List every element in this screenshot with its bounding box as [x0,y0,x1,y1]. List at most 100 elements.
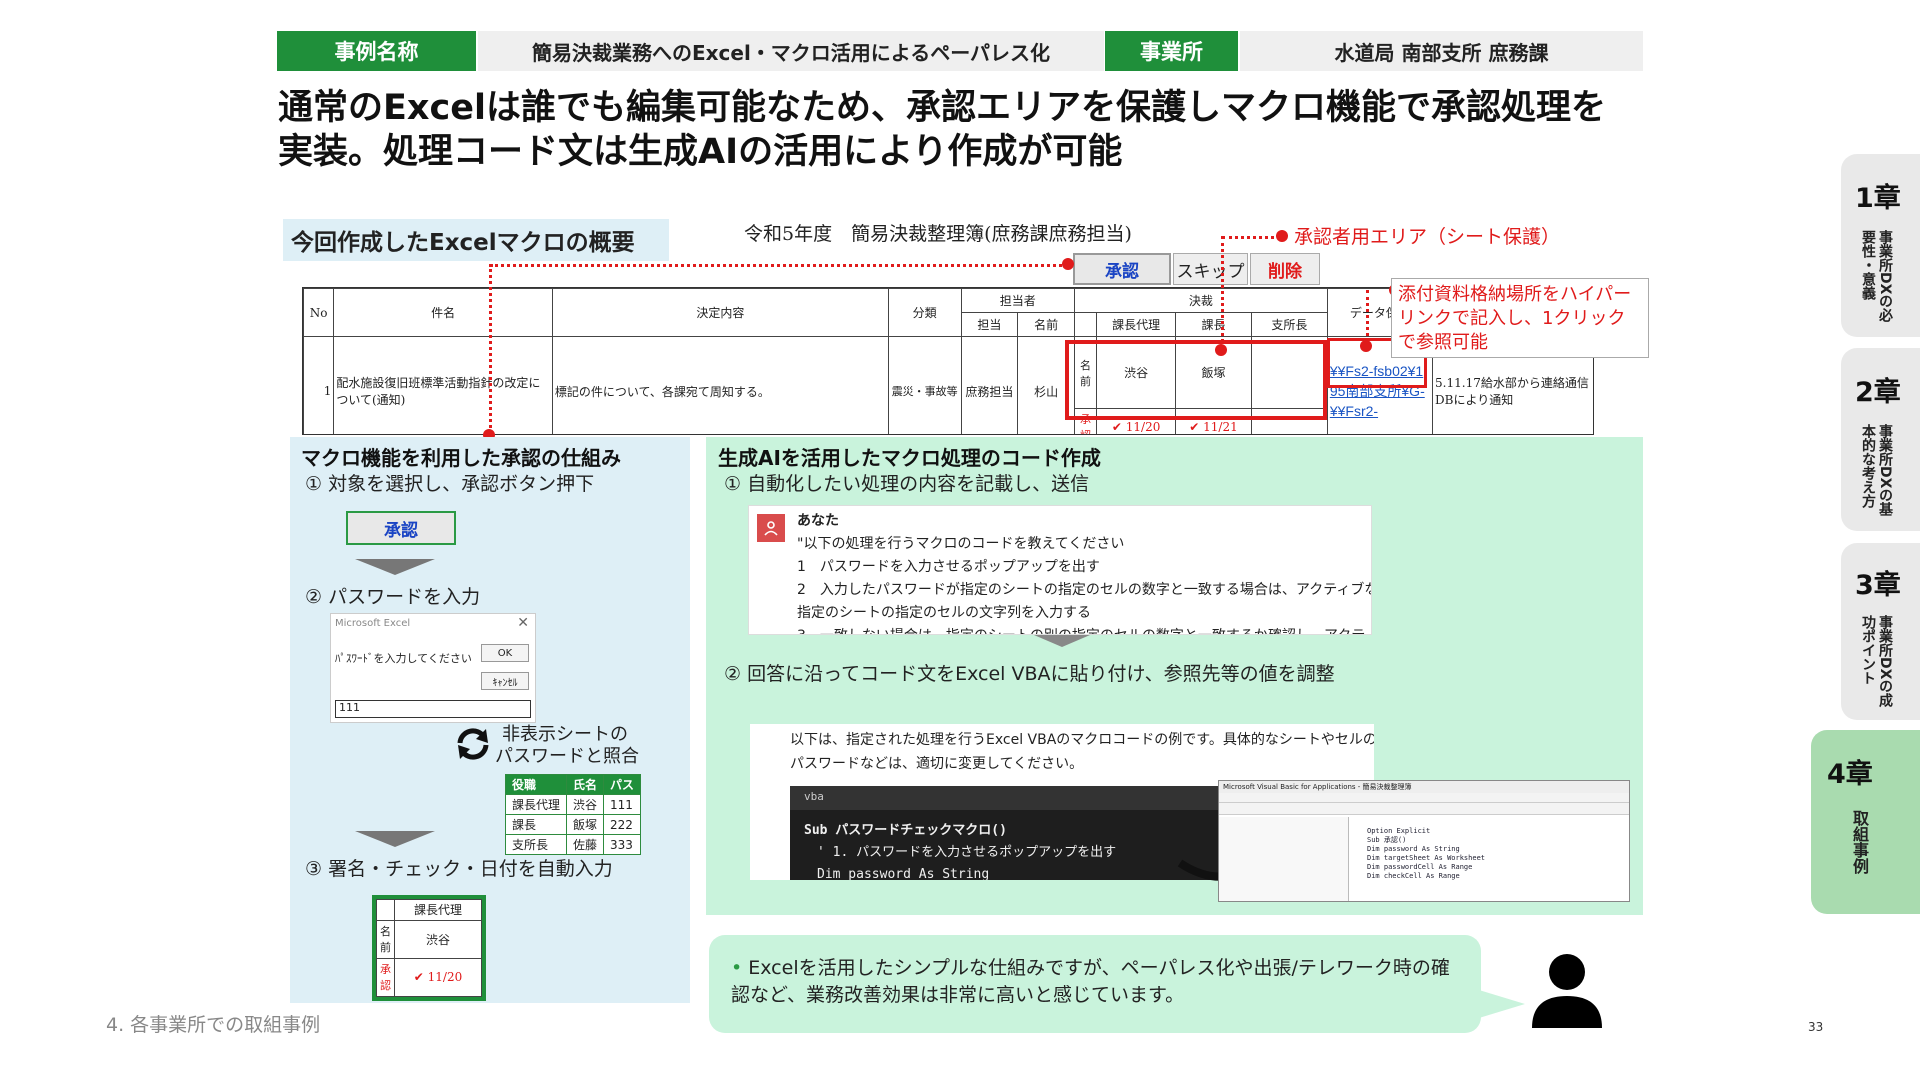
table-cell: 課長 [504,814,568,835]
table-cell: 飯塚 [566,814,605,835]
table-cell: 佐藤 [566,834,605,855]
vba-editor-screenshot: Microsoft Visual Basic for Applications … [1218,780,1630,902]
chapter-number: 1章 [1855,183,1901,214]
comment-text: Excelを活用したシンプルな仕組みですが、ペーパレス化や出張/テレワーク時の確… [731,957,1450,1006]
chat-line: "以下の処理を行うマクロのコードを教えてください [797,536,1125,552]
stamp-label-approve: 承認 [376,957,395,998]
sheet-row-role: 庶務担当 [960,336,1019,434]
stamp-name: 渋谷 [394,919,482,959]
approver-area-highlight [1065,340,1327,420]
dialog-ok-button[interactable]: OK [481,644,529,662]
password-table-header: 役職 氏名 パス [504,774,642,795]
office-value: 水道局 南部支所 庶務課 [1240,31,1643,71]
office-label: 事業所 [1105,31,1238,71]
chapter-tab-2[interactable]: 2章 事業所DXの基本的な考え方 [1841,348,1920,531]
sheet-row-decision: 標記の件について、各課宛て周知する。 [551,336,889,434]
sheet-col-approver1: 課長代理 [1096,312,1177,337]
sheet-row-no: 1 [303,336,335,434]
sheet-col-category: 分類 [887,288,962,337]
sheet-caption: 令和5年度 簡易決裁整理簿(庶務課庶務担当) [744,223,1132,245]
chapter-number: 2章 [1855,377,1901,408]
sheet-col-approval: 決裁 [1073,288,1328,313]
chapter-tab-4[interactable]: 4章 取組事例 [1811,730,1920,914]
ai-step1: ① 自動化したい処理の内容を記載し、送信 [724,473,1090,495]
vbe-project-pane [1219,817,1349,901]
table-cell: 支所長 [504,834,568,855]
sheet-col-person-name: 名前 [1017,312,1075,337]
approve-button[interactable]: 承認 [346,511,456,545]
page-title-line1: 通常のExcelは誰でも編集可能なため、承認エリアを保護しマクロ機能で承認処理を [278,88,1606,128]
chat-line: 指定のシートの指定のセルの文字列を入力する [797,605,1091,621]
chapter-tab-1[interactable]: 1章 事業所DXの必要性・意義 [1841,154,1920,337]
approval-stamp: 課長代理 名前 渋谷 承認 ✔ 11/20 [372,895,486,1001]
connector-dot [1215,344,1227,356]
sheet-col-no: No [303,288,335,337]
check-icon: ✔ [1189,420,1200,434]
code-line: Dim checkCell As Range [1367,872,1460,880]
sheet-delete-button[interactable]: 削除 [1250,253,1320,285]
compare-text: 非表示シートの [502,724,628,745]
chat-message: "以下の処理を行うマクロのコードを教えてください 1 パスワードを入力させるポップ… [797,533,1372,634]
chat-line: 2 入力したパスワードが指定のシートの指定のセルの数字と一致する場合は、アクティ… [797,582,1372,598]
chat-line: 1 パスワードを入力させるポップアップを出す [797,559,1100,575]
connector-dot [1062,258,1074,270]
close-icon[interactable]: ✕ [517,615,529,631]
sheet-approve-button[interactable]: 承認 [1073,253,1171,285]
connector-line [1222,236,1274,239]
chat-line: 3 一致しない場合は、指定のシートの別の指定のセルの数字と一致するか確認し、アク… [797,625,1371,634]
check-icon: ✔ [1111,420,1122,434]
chapter-label: 事業所DXの成功ポイント [1860,615,1893,708]
connector-line [489,264,492,434]
arrow-down-icon [355,559,435,575]
table-row: 課長 飯塚 222 [504,814,642,835]
page-title-line2: 実装。処理コード文は生成AIの活用により作成が可能 [278,132,1123,172]
chapter-label: 事業所DXの必要性・意義 [1860,230,1893,323]
code-line: Dim password As String [1367,845,1460,853]
macro-approval-title: マクロ機能を利用した承認の仕組み [301,446,621,470]
table-cell: 222 [603,814,642,835]
vbe-title: Microsoft Visual Basic for Applications … [1219,781,1629,793]
footer-section: 4. 各事業所での取組事例 [106,1014,321,1036]
code-line: Dim targetSheet As Worksheet [1367,854,1486,862]
vbe-code: Option Explicit Sub 承認() Dim password As S… [1367,827,1485,881]
arrow-down-icon [355,831,435,847]
comment-bubble: • Excelを活用したシンプルな仕組みですが、ペーパレス化や出張/テレワーク時… [709,935,1481,1033]
connector-line [1221,236,1224,348]
sheet-col-approver3: 支所長 [1250,312,1328,337]
macro-approval-panel: マクロ機能を利用した承認の仕組み ① 対象を選択し、承認ボタン押下 承認 ② パ… [290,437,690,1003]
password-table-header-cell: 氏名 [566,774,605,795]
stamp-label-name: 名前 [376,919,395,959]
code-line: Sub 承認() [1367,836,1407,844]
dialog-cancel-button[interactable]: ｷｬﾝｾﾙ [481,672,529,690]
sheet-row-category: 震災・事故等 [887,336,962,434]
sheet-col-subject: 件名 [333,288,553,337]
chapter-number: 3章 [1855,570,1901,601]
sync-icon [452,723,494,765]
connector-dot [1276,230,1288,242]
chapter-number: 4章 [1827,759,1873,790]
stamp-date: ✔ 11/20 [394,957,482,998]
ai-code-title: 生成AIを活用したマクロ処理のコード作成 [718,446,1101,470]
chapter-label: 事業所DXの基本的な考え方 [1860,424,1893,517]
sheet-col-decision: 決定内容 [551,288,889,337]
password-input[interactable]: 111 [335,700,531,718]
user-avatar-icon [757,514,785,542]
sheet-skip-button[interactable]: スキップ [1173,253,1248,285]
dialog-prompt: ﾊﾟｽﾜｰﾄﾞを入力してください [335,652,472,665]
ai-step2: ② 回答に沿ってコード文をExcel VBAに貼り付け、参照先等の値を調整 [724,663,1335,685]
password-table-header-cell: 役職 [504,774,568,795]
arrow-down-icon [1034,635,1090,647]
ai-chat-prompt: あなた "以下の処理を行うマクロのコードを教えてください 1 パスワードを入力させ… [748,505,1372,635]
macro-step1: ① 対象を選択し、承認ボタン押下 [305,473,595,495]
chapter-label: 取組事例 [1850,810,1869,874]
sheet-col-approver2: 課長 [1175,312,1252,337]
case-name-label: 事例名称 [277,31,476,71]
overview-label: 今回作成したExcelマクロの概要 [283,219,669,261]
macro-step2: ② パスワードを入力 [305,586,481,608]
password-table-header-cell: パス [603,774,642,795]
sheet-row-subject: 配水施設復旧班標準活動指針の改定について(通知) [333,336,553,434]
table-cell: 渋谷 [566,794,605,815]
chapter-tab-3[interactable]: 3章 事業所DXの成功ポイント [1841,543,1920,720]
ai-code-panel: 生成AIを活用したマクロ処理のコード作成 ① 自動化したい処理の内容を記載し、送… [706,437,1643,915]
code-line: Option Explicit [1367,827,1431,835]
